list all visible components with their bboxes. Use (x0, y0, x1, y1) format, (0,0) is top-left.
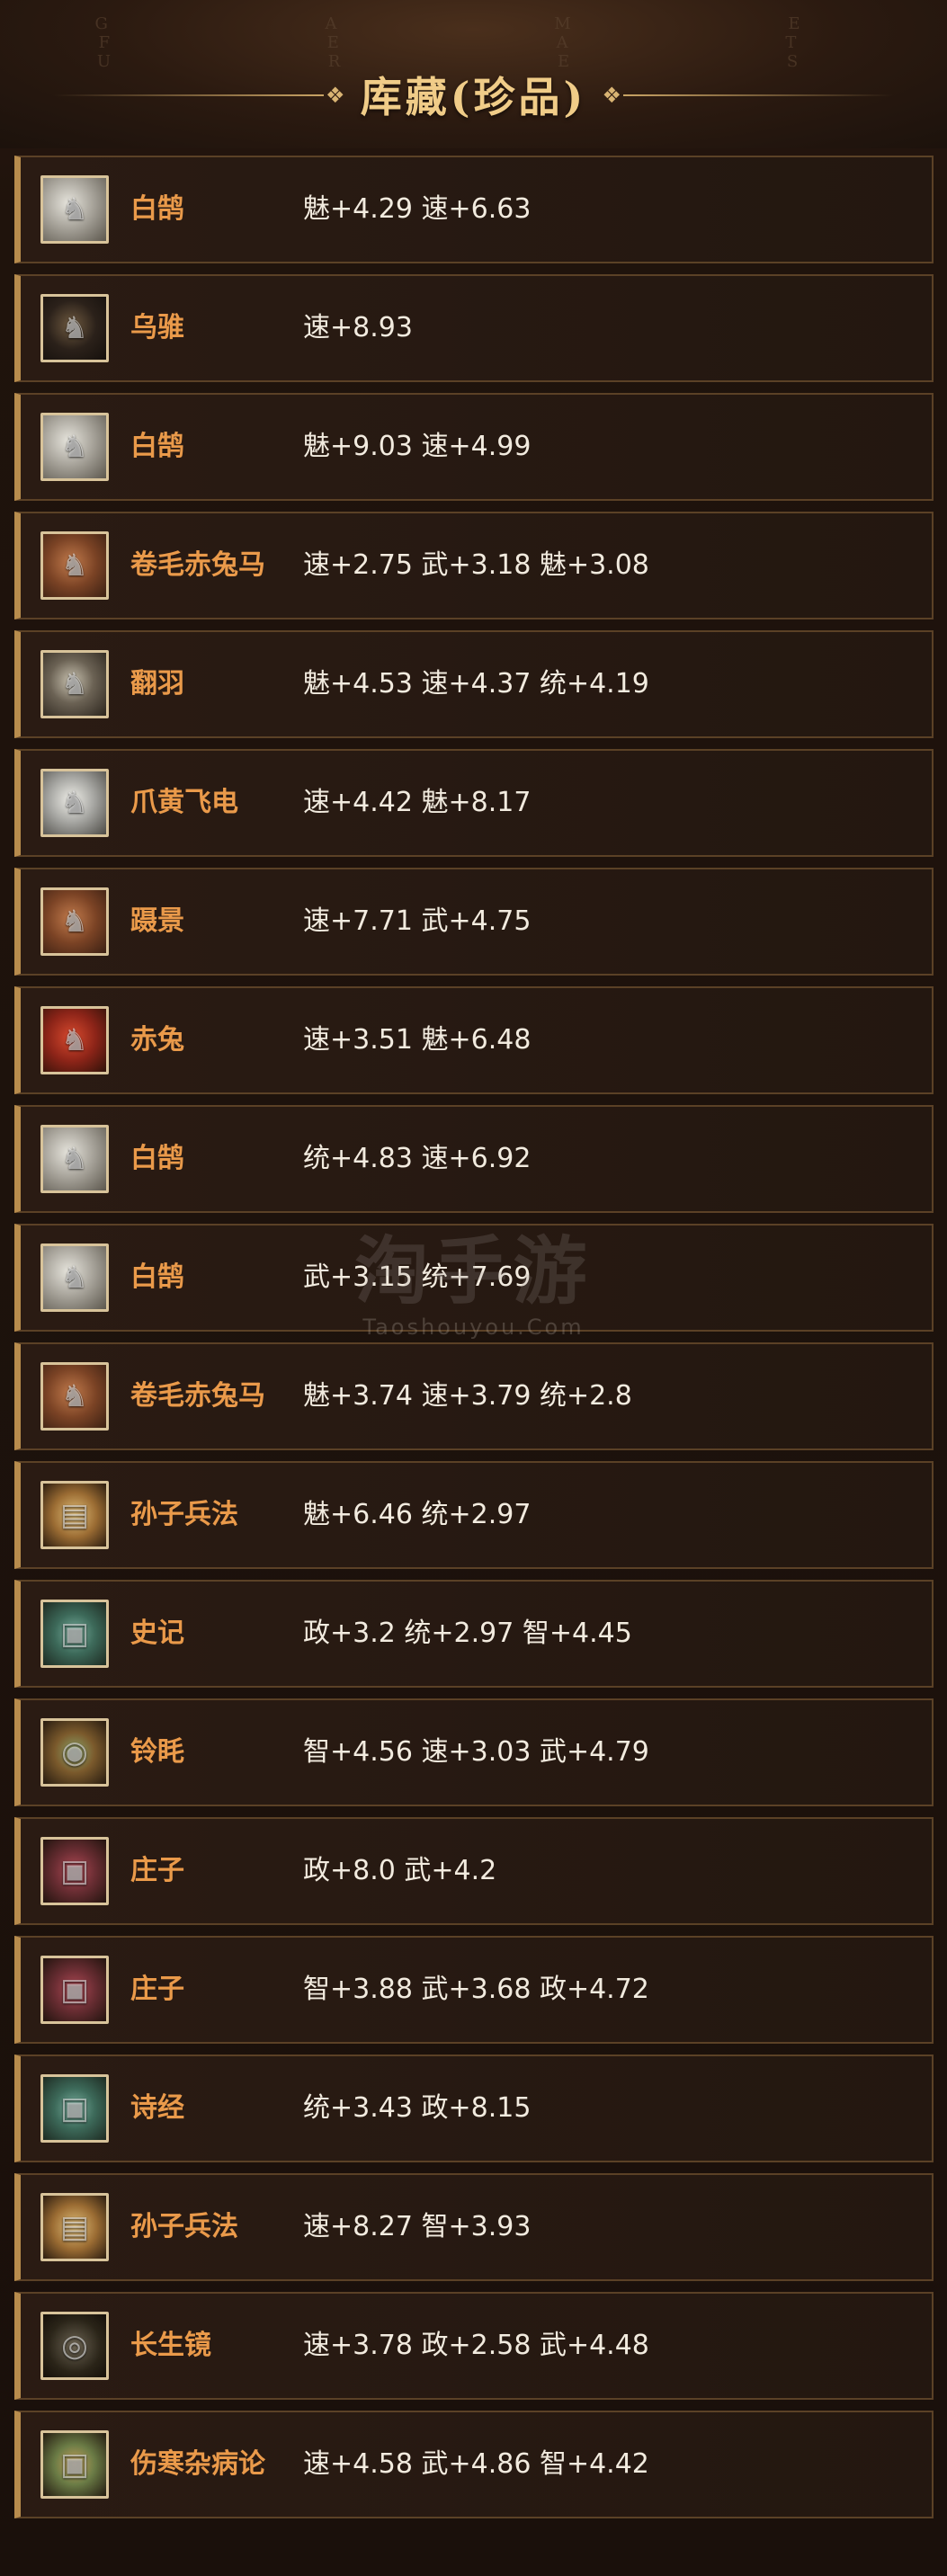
white-horse-icon: ♞ (40, 175, 109, 244)
treasure-stats: 速+8.93 (303, 312, 413, 343)
title-divider-right (623, 94, 893, 96)
treasure-stats: 魅+4.53 速+4.37 统+4.19 (303, 668, 649, 700)
treasure-name: 卷毛赤兔马 (130, 549, 265, 581)
treasure-item[interactable]: ♞ 乌骓 速+8.93 (14, 274, 934, 382)
scroll-icon: ▤ (40, 2193, 109, 2261)
treasure-name: 庄子 (130, 1855, 184, 1886)
treasure-name: 庄子 (130, 1974, 184, 2005)
title-row: ❖ 库藏(珍品) ❖ (0, 63, 947, 126)
scroll-icon: ▤ (40, 1481, 109, 1549)
brown-horse-icon: ♞ (40, 887, 109, 956)
mirror-icon: ◎ (40, 2312, 109, 2380)
treasure-item[interactable]: ▣ 诗经 统+3.43 政+8.15 (14, 2055, 934, 2162)
treasure-item[interactable]: ▤ 孙子兵法 速+8.27 智+3.93 (14, 2173, 934, 2281)
treasure-item[interactable]: ▣ 庄子 智+3.88 武+3.68 政+4.72 (14, 1936, 934, 2044)
white-horse-icon: ♞ (40, 1243, 109, 1312)
treasure-item[interactable]: ♞ 白鹄 统+4.83 速+6.92 (14, 1105, 934, 1213)
treasure-item[interactable]: ▣ 史记 政+3.2 统+2.97 智+4.45 (14, 1580, 934, 1688)
treasure-item[interactable]: ♞ 爪黄飞电 速+4.42 魅+8.17 (14, 749, 934, 857)
treasure-stats: 速+3.78 政+2.58 武+4.48 (303, 2330, 649, 2361)
treasure-name: 爪黄飞电 (130, 787, 238, 818)
treasure-stats: 速+3.51 魅+6.48 (303, 1024, 532, 1056)
treasure-stats: 速+8.27 智+3.93 (303, 2211, 532, 2242)
treasure-stats: 智+4.56 速+3.03 武+4.79 (303, 1736, 649, 1768)
treasure-name: 孙子兵法 (130, 1499, 238, 1530)
book-icon: ▣ (40, 1600, 109, 1668)
treasure-item[interactable]: ♞ 卷毛赤兔马 速+2.75 武+3.18 魅+3.08 (14, 512, 934, 619)
treasure-name: 白鹄 (130, 193, 184, 225)
treasure-stats: 速+4.42 魅+8.17 (303, 787, 532, 818)
treasure-item[interactable]: ▣ 伤寒杂病论 速+4.58 武+4.86 智+4.42 (14, 2411, 934, 2518)
treasure-name: 赤兔 (130, 1024, 184, 1056)
book-icon: ▣ (40, 2074, 109, 2143)
bell-icon: ◉ (40, 1718, 109, 1787)
armored-horse-icon: ♞ (40, 650, 109, 718)
brown-horse-icon: ♞ (40, 1362, 109, 1431)
treasure-list: ♞ 白鹄 魅+4.29 速+6.63 ♞ 乌骓 速+8.93 ♞ 白鹄 魅+9.… (14, 156, 934, 2529)
treasure-item[interactable]: ♞ 白鹄 魅+4.29 速+6.63 (14, 156, 934, 263)
treasure-stats: 政+3.2 统+2.97 智+4.45 (303, 1618, 632, 1649)
treasure-stats: 统+3.43 政+8.15 (303, 2092, 532, 2124)
treasure-stats: 速+4.58 武+4.86 智+4.42 (303, 2448, 649, 2480)
treasure-item[interactable]: ◎ 长生镜 速+3.78 政+2.58 武+4.48 (14, 2292, 934, 2400)
treasure-stats: 魅+9.03 速+4.99 (303, 431, 532, 462)
treasure-name: 史记 (130, 1618, 184, 1649)
treasure-name: 翻羽 (130, 668, 184, 700)
treasure-name: 白鹄 (130, 431, 184, 462)
book-icon: ▣ (40, 1956, 109, 2024)
treasure-stats: 魅+4.29 速+6.63 (303, 193, 532, 225)
treasure-item[interactable]: ♞ 蹑景 速+7.71 武+4.75 (14, 868, 934, 976)
treasure-name: 伤寒杂病论 (130, 2448, 265, 2480)
treasure-stats: 魅+6.46 统+2.97 (303, 1499, 532, 1530)
treasure-stats: 速+7.71 武+4.75 (303, 905, 532, 937)
treasure-item[interactable]: ▤ 孙子兵法 魅+6.46 统+2.97 (14, 1461, 934, 1569)
treasure-stats: 速+2.75 武+3.18 魅+3.08 (303, 549, 649, 581)
treasure-stats: 武+3.15 统+7.69 (303, 1261, 532, 1293)
white-horse-icon: ♞ (40, 413, 109, 481)
treasure-stats: 魅+3.74 速+3.79 统+2.8 (303, 1380, 632, 1412)
treasure-name: 长生镜 (130, 2330, 211, 2361)
treasure-name: 孙子兵法 (130, 2211, 238, 2242)
treasure-stats: 统+4.83 速+6.92 (303, 1143, 532, 1174)
book-icon: ▣ (40, 1837, 109, 1905)
treasure-item[interactable]: ♞ 翻羽 魅+4.53 速+4.37 统+4.19 (14, 630, 934, 738)
treasure-name: 卷毛赤兔马 (130, 1380, 265, 1412)
treasure-name: 乌骓 (130, 312, 184, 343)
treasure-item[interactable]: ♞ 卷毛赤兔马 魅+3.74 速+3.79 统+2.8 (14, 1342, 934, 1450)
treasure-item[interactable]: ◉ 铃眊 智+4.56 速+3.03 武+4.79 (14, 1698, 934, 1806)
treasure-name: 白鹄 (130, 1261, 184, 1293)
treasure-name: 蹑景 (130, 905, 184, 937)
treasure-name: 白鹄 (130, 1143, 184, 1174)
treasure-stats: 智+3.88 武+3.68 政+4.72 (303, 1974, 649, 2005)
red-horse-icon: ♞ (40, 1006, 109, 1074)
treasure-item[interactable]: ♞ 白鹄 武+3.15 统+7.69 (14, 1224, 934, 1332)
book-box-icon: ▣ (40, 2430, 109, 2499)
treasure-name: 诗经 (130, 2092, 184, 2124)
silver-horse-icon: ♞ (40, 769, 109, 837)
treasure-item[interactable]: ♞ 白鹄 魅+9.03 速+4.99 (14, 393, 934, 501)
black-horse-icon: ♞ (40, 294, 109, 362)
treasure-item[interactable]: ♞ 赤兔 速+3.51 魅+6.48 (14, 986, 934, 1094)
white-horse-icon: ♞ (40, 1125, 109, 1193)
header: G A M E F E A T U R E S ❖ 库藏(珍品) ❖ (0, 0, 947, 148)
treasure-name: 铃眊 (130, 1736, 184, 1768)
brown-horse-icon: ♞ (40, 531, 109, 600)
treasure-item[interactable]: ▣ 庄子 政+8.0 武+4.2 (14, 1817, 934, 1925)
ornament-right-icon: ❖ (602, 83, 621, 108)
treasure-stats: 政+8.0 武+4.2 (303, 1855, 497, 1886)
